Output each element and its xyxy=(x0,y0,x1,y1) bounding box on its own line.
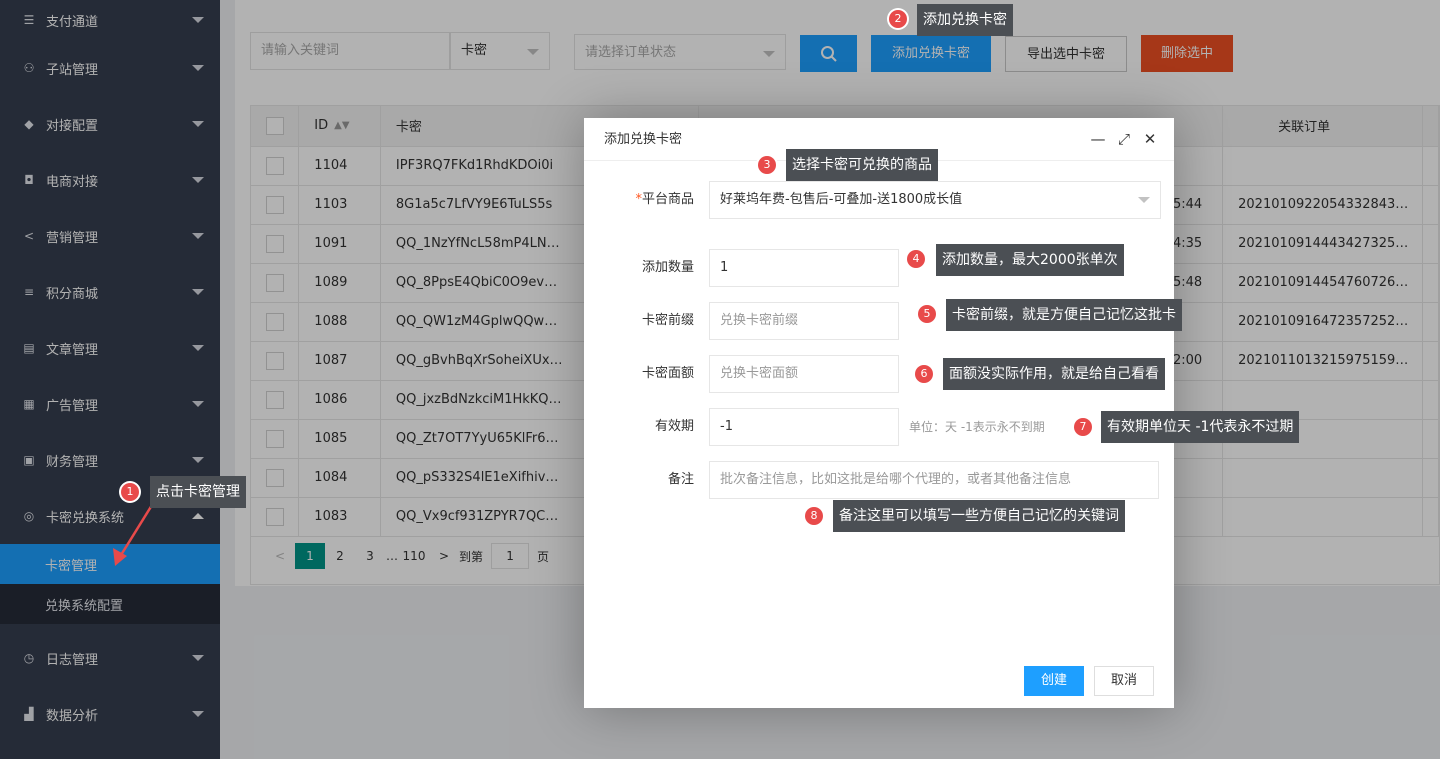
annotation-6-badge: 6 xyxy=(915,365,933,383)
face-value-label: 卡密面额 xyxy=(641,366,694,381)
product-select[interactable]: 好莱坞年费-包售后-可叠加-送1800成长值 xyxy=(709,181,1161,219)
annotation-4-label: 添加数量，最大2000张单次 xyxy=(936,244,1124,276)
annotation-7-label: 有效期单位天 -1代表永不过期 xyxy=(1101,411,1300,443)
maximize-icon[interactable]: ⤢ xyxy=(1116,131,1132,147)
annotation-7-badge: 7 xyxy=(1074,418,1092,436)
annotation-2-label: 添加兑换卡密 xyxy=(917,4,1013,36)
minimize-icon[interactable]: — xyxy=(1090,131,1106,147)
validity-label: 有效期 xyxy=(654,419,694,434)
annotation-8-badge: 8 xyxy=(805,507,823,525)
close-icon[interactable]: ✕ xyxy=(1142,131,1158,147)
create-button[interactable]: 创建 xyxy=(1024,666,1084,696)
annotation-1-label: 点击卡密管理 xyxy=(150,476,246,508)
quantity-label: 添加数量 xyxy=(641,260,694,275)
remark-row: 备注 批次备注信息，比如这批是给哪个代理的，或者其他备注信息 xyxy=(584,461,1174,499)
annotation-4-badge: 4 xyxy=(907,250,925,268)
product-label-text: 平台商品 xyxy=(641,192,694,207)
remark-label: 备注 xyxy=(667,472,694,487)
annotation-6-label: 面额没实际作用，就是给自己看看 xyxy=(943,358,1165,390)
annotation-5-label: 卡密前缀，就是方便自己记忆这批卡 xyxy=(946,299,1182,331)
product-row: *平台商品 好莱坞年费-包售后-可叠加-送1800成长值 xyxy=(584,181,1174,219)
product-select-value: 好莱坞年费-包售后-可叠加-送1800成长值 xyxy=(720,192,963,207)
chevron-down-icon xyxy=(1138,197,1150,203)
remark-input[interactable]: 批次备注信息，比如这批是给哪个代理的，或者其他备注信息 xyxy=(709,461,1159,499)
annotation-2-badge: 2 xyxy=(889,10,907,28)
face-value-input[interactable]: 兑换卡密面额 xyxy=(709,355,899,393)
validity-hint: 单位：天 -1表示永不到期 xyxy=(909,420,1045,434)
annotation-3-badge: 3 xyxy=(758,156,776,174)
prefix-input[interactable]: 兑换卡密前缀 xyxy=(709,302,899,340)
prefix-label: 卡密前缀 xyxy=(641,313,694,328)
annotation-3-label: 选择卡密可兑换的商品 xyxy=(786,149,938,181)
add-card-dialog: 添加兑换卡密 — ⤢ ✕ *平台商品 好莱坞年费-包售后-可叠加-送1800成长… xyxy=(584,118,1174,708)
annotation-8-label: 备注这里可以填写一些方便自己记忆的关键词 xyxy=(833,500,1125,532)
quantity-input[interactable]: 1 xyxy=(709,249,899,287)
validity-input[interactable]: -1 xyxy=(709,408,899,446)
product-label: *平台商品 xyxy=(584,181,694,219)
annotation-1-badge: 1 xyxy=(121,483,139,501)
cancel-button[interactable]: 取消 xyxy=(1094,666,1154,696)
annotation-5-badge: 5 xyxy=(918,305,936,323)
